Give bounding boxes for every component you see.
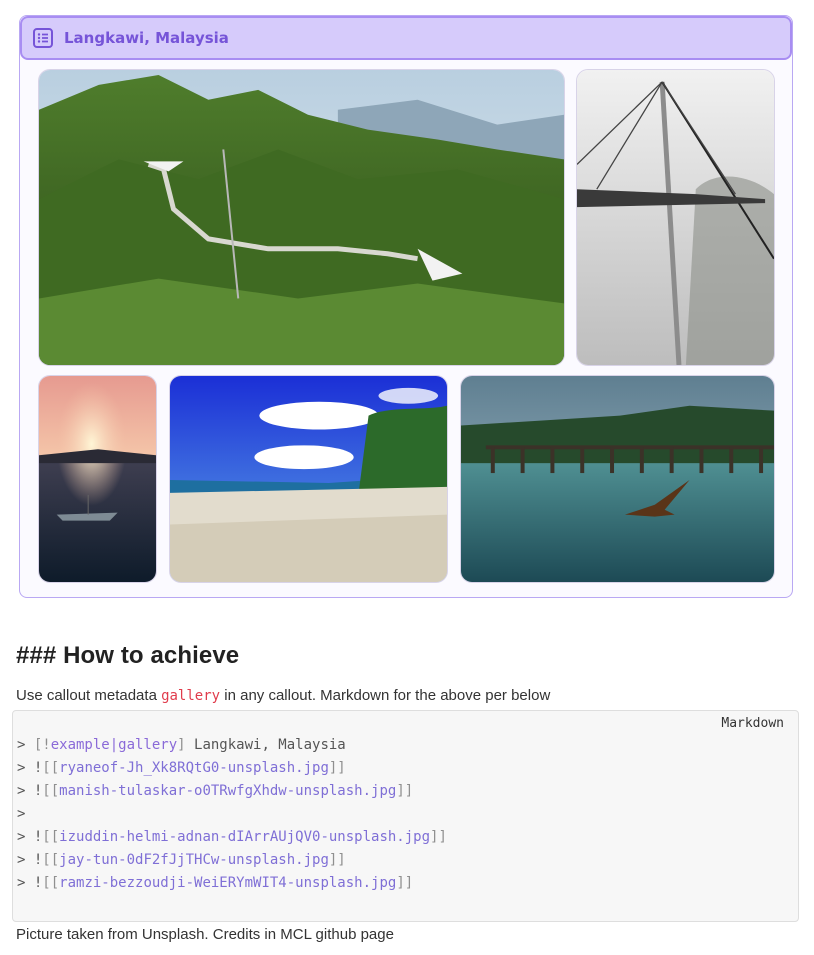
inline-code-gallery: gallery (161, 688, 221, 704)
embed-close: ]] (328, 852, 346, 868)
embed-open: [[ (42, 852, 60, 868)
embed-prefix: > ! (17, 760, 43, 776)
embed-open: [[ (42, 783, 60, 799)
code-line-5: > ![[izuddin-helmi-adnan-dIArrAUjQV0-uns… (17, 829, 447, 845)
gallery-image-beach[interactable] (169, 375, 448, 583)
code-line-2: > ![[ryaneof-Jh_Xk8RQtG0-unsplash.jpg]] (17, 760, 346, 776)
callout-header[interactable]: Langkawi, Malaysia (20, 16, 792, 60)
markdown-code-block[interactable]: Markdown > [!example|gallery] Langkawi, … (12, 710, 799, 922)
gallery-image-bridge-pylon[interactable] (576, 69, 775, 366)
section-heading: ### How to achieve (16, 642, 240, 669)
description-paragraph: Use callout metadata gallery in any call… (16, 687, 550, 704)
embed-open: [[ (42, 875, 60, 891)
embed-open: [[ (42, 829, 60, 845)
code-line-4: > (17, 806, 25, 822)
gallery-callout: Langkawi, Malaysia (19, 15, 793, 598)
embed-filename: ramzi-bezzoudji-WeiERYmWIT4-unsplash.jpg (59, 875, 397, 891)
callout-close-bracket: ] (177, 737, 186, 753)
code-line-3: > ![[manish-tulaskar-o0TRwfgXhdw-unsplas… (17, 783, 413, 799)
list-icon (32, 27, 54, 49)
code-line-1: > [!example|gallery] Langkawi, Malaysia (17, 737, 346, 753)
para-text-after: in any callout. Markdown for the above p… (220, 687, 551, 704)
embed-filename: ryaneof-Jh_Xk8RQtG0-unsplash.jpg (59, 760, 329, 776)
callout-type: example|gallery (50, 737, 178, 753)
embed-prefix: > ! (17, 852, 43, 868)
callout-open-bracket: [! (33, 737, 51, 753)
code-line-7: > ![[ramzi-bezzoudji-WeiERYmWIT4-unsplas… (17, 875, 413, 891)
code-line-6: > ![[jay-tun-0dF2fJjTHCw-unsplash.jpg]] (17, 852, 346, 868)
embed-close: ]] (328, 760, 346, 776)
embed-close: ]] (396, 875, 414, 891)
para-text-before: Use callout metadata (16, 687, 162, 704)
embed-prefix: > ! (17, 875, 43, 891)
code-language-label: Markdown (721, 716, 784, 731)
gallery-image-sunset-boat[interactable] (38, 375, 157, 583)
embed-filename: izuddin-helmi-adnan-dIArrAUjQV0-unsplash… (59, 829, 431, 845)
credits-caption: Picture taken from Unsplash. Credits in … (16, 926, 394, 943)
embed-close: ]] (396, 783, 414, 799)
callout-title: Langkawi, Malaysia (64, 29, 229, 47)
gallery-image-eagle-pier[interactable] (460, 375, 775, 583)
embed-close: ]] (430, 829, 447, 845)
embed-prefix: > ! (17, 783, 43, 799)
embed-filename: jay-tun-0dF2fJjTHCw-unsplash.jpg (59, 852, 329, 868)
callout-title-text: Langkawi, Malaysia (185, 737, 346, 753)
quote-marker: > (17, 737, 34, 753)
quote-marker: > (17, 806, 26, 822)
embed-open: [[ (42, 760, 60, 776)
embed-filename: manish-tulaskar-o0TRwfgXhdw-unsplash.jpg (59, 783, 397, 799)
embed-prefix: > ! (17, 829, 43, 845)
gallery-image-mountain-bridge[interactable] (38, 69, 565, 366)
